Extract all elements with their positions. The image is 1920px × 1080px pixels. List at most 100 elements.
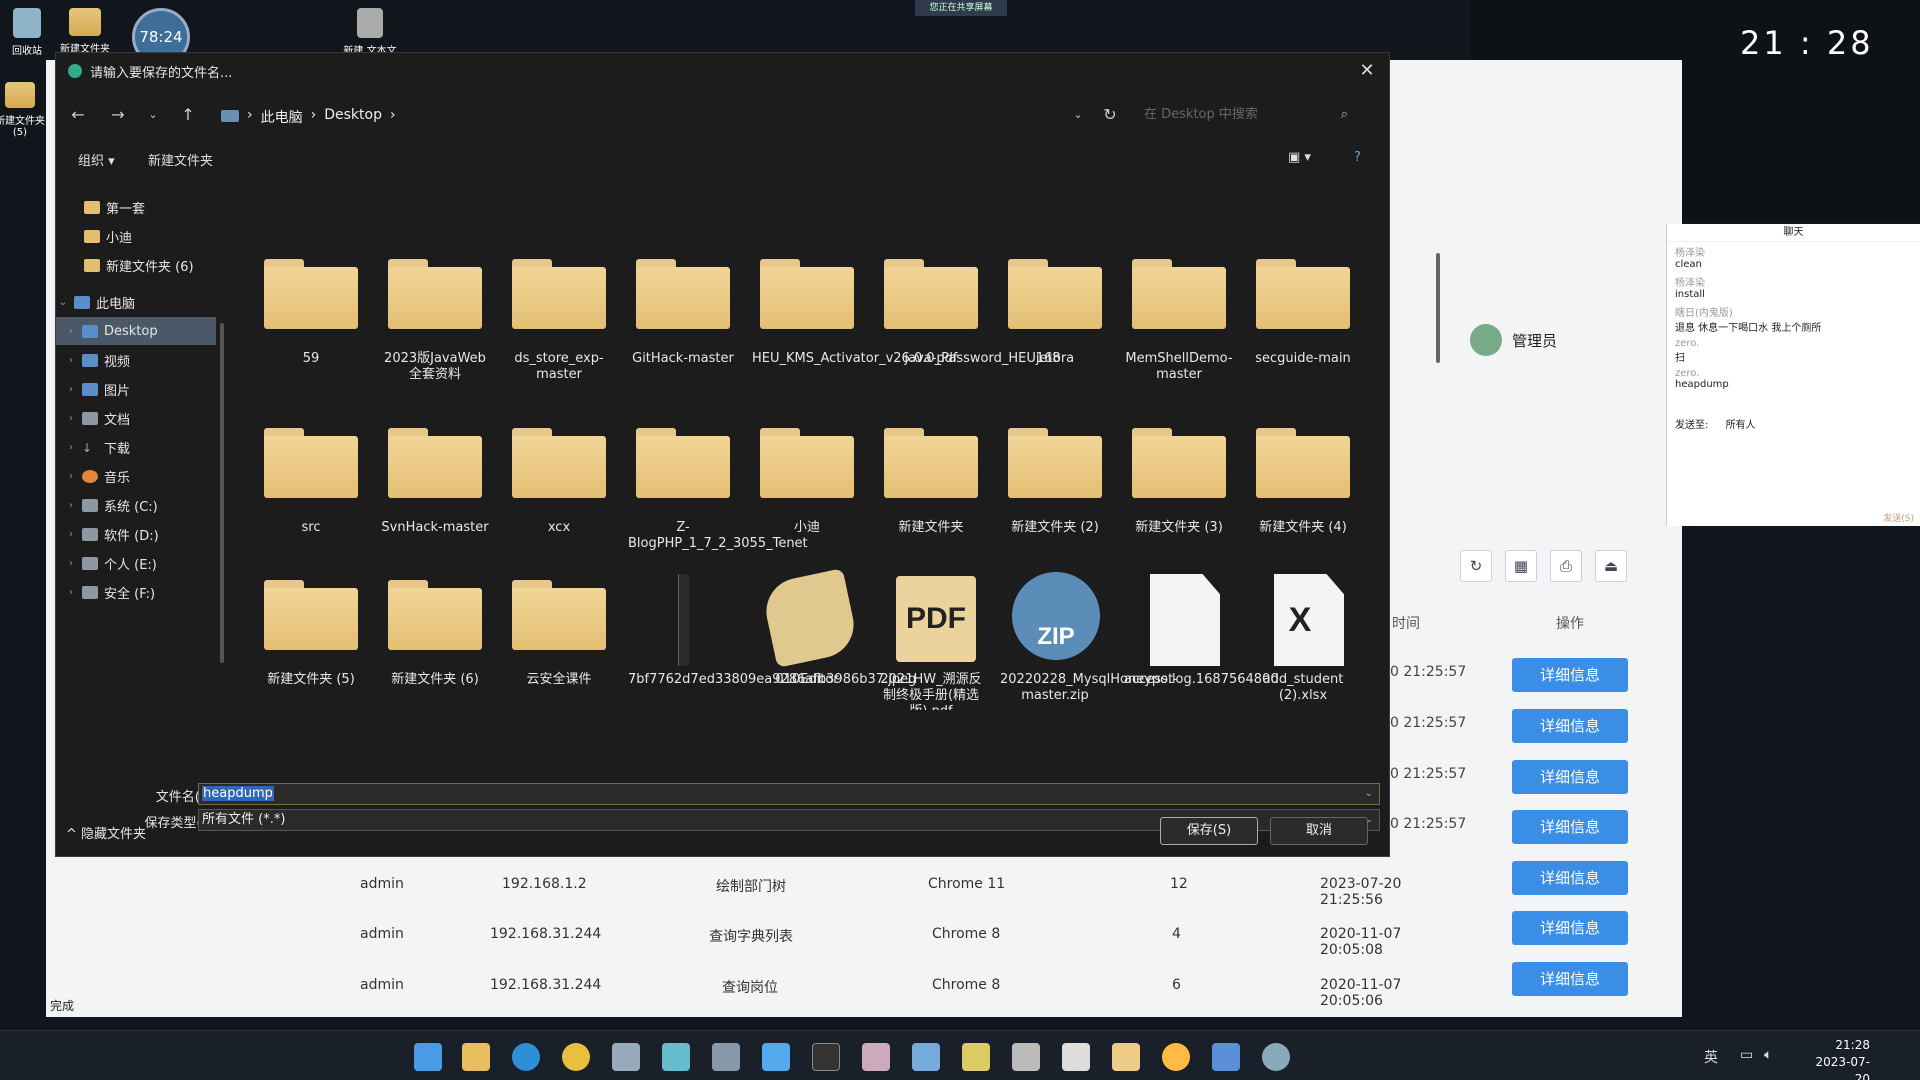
- file-item[interactable]: 7bf7762d7ed33809ea9286afb3986b37.jpeg: [628, 574, 916, 688]
- breadcrumb[interactable]: › 此电脑 › Desktop ›: [221, 107, 396, 127]
- ime-indicator[interactable]: 英: [1704, 1047, 1718, 1067]
- navigation-scrollbar[interactable]: [220, 323, 224, 663]
- save-button[interactable]: 保存(S): [1160, 817, 1258, 845]
- detail-button[interactable]: 详细信息: [1512, 709, 1628, 743]
- tree-item-videos[interactable]: › 视频: [56, 346, 216, 374]
- organize-button[interactable]: 组织 ▾: [78, 150, 115, 169]
- file-explorer-icon[interactable]: [462, 1043, 490, 1071]
- file-item[interactable]: SvnHack-master: [380, 428, 490, 536]
- chevron-right-icon[interactable]: ›: [64, 384, 78, 395]
- chrome-icon[interactable]: [562, 1043, 590, 1071]
- help-button[interactable]: ?: [1354, 150, 1361, 165]
- file-item[interactable]: 新建文件夹 (3): [1124, 428, 1234, 536]
- app-icon[interactable]: [1212, 1043, 1240, 1071]
- breadcrumb-this-pc[interactable]: 此电脑: [261, 107, 303, 127]
- edge-icon[interactable]: [512, 1043, 540, 1071]
- view-options-button[interactable]: ▣ ▾: [1288, 150, 1311, 165]
- app-icon[interactable]: [912, 1043, 940, 1071]
- export-button[interactable]: ⏏: [1595, 550, 1627, 582]
- file-item[interactable]: 新建文件夹 (4): [1248, 428, 1358, 536]
- detail-button[interactable]: 详细信息: [1512, 911, 1628, 945]
- file-item[interactable]: access.log.1687564800: [1124, 580, 1279, 688]
- search-input[interactable]: 在 Desktop 中搜索 ⌕: [1136, 101, 1356, 129]
- app-icon[interactable]: [862, 1043, 890, 1071]
- chevron-down-icon[interactable]: ⌄: [56, 297, 70, 308]
- file-item[interactable]: 新建文件夹 (2): [1000, 428, 1110, 536]
- detail-button[interactable]: 详细信息: [1512, 810, 1628, 844]
- start-icon[interactable]: [414, 1043, 442, 1071]
- file-item[interactable]: xcx: [504, 428, 614, 536]
- file-item[interactable]: 59: [256, 259, 366, 367]
- file-item[interactable]: Z-BlogPHP_1_7_2_3055_Tenet: [628, 428, 808, 552]
- chat-send-to[interactable]: 发送至: 所有人: [1667, 414, 1920, 433]
- tree-item-this-pc[interactable]: ⌄ 此电脑: [56, 288, 216, 316]
- terminal-icon[interactable]: [812, 1043, 840, 1071]
- file-item[interactable]: 新建文件夹: [876, 428, 986, 536]
- file-item[interactable]: 新建文件夹 (5): [256, 580, 366, 688]
- recent-button[interactable]: ⌄: [141, 103, 165, 127]
- chevron-down-icon[interactable]: ⌄: [1365, 784, 1373, 804]
- refresh-button[interactable]: ↻: [1460, 550, 1492, 582]
- print-button[interactable]: ⎙: [1550, 550, 1582, 582]
- breadcrumb-desktop[interactable]: Desktop: [324, 107, 382, 127]
- desktop-icon-new-folder[interactable]: 新建文件夹: [50, 8, 120, 55]
- file-list-scrollbar[interactable]: [1436, 253, 1440, 363]
- filename-input[interactable]: heapdump ⌄: [198, 783, 1380, 805]
- file-item[interactable]: src: [256, 428, 366, 536]
- volume-icon[interactable]: 🔈︎: [1764, 1047, 1772, 1063]
- tree-item-music[interactable]: › 音乐: [56, 462, 216, 490]
- chevron-right-icon[interactable]: ›: [64, 442, 78, 453]
- detail-button[interactable]: 详细信息: [1512, 658, 1628, 692]
- cancel-button[interactable]: 取消: [1270, 817, 1368, 845]
- detail-button[interactable]: 详细信息: [1512, 861, 1628, 895]
- tree-item-pictures[interactable]: › 图片: [56, 375, 216, 403]
- network-icon[interactable]: ▭: [1740, 1047, 1753, 1063]
- screen-share-banner[interactable]: 您正在共享屏幕: [915, 0, 1007, 16]
- refresh-button[interactable]: ↻: [1098, 103, 1122, 127]
- back-button[interactable]: ←: [66, 103, 90, 127]
- desktop-icon-new-folder-5[interactable]: 新建文件夹 (5): [0, 82, 48, 138]
- file-item[interactable]: 云安全课件: [504, 580, 614, 688]
- file-item[interactable]: java-pdf: [876, 259, 986, 367]
- file-item[interactable]: 2021HW_溯源反制终极手册(精选版).pdf: [876, 576, 986, 710]
- file-item[interactable]: HEU_KMS_Activator_v26.0.0_Password_HEU16…: [752, 259, 1061, 367]
- tree-item-folder[interactable]: 小迪: [56, 222, 216, 250]
- app-icon[interactable]: [1062, 1043, 1090, 1071]
- app-icon[interactable]: [1112, 1043, 1140, 1071]
- admin-user-menu[interactable]: 管理员: [1470, 310, 1680, 370]
- app-icon[interactable]: [1012, 1043, 1040, 1071]
- app-icon[interactable]: [712, 1043, 740, 1071]
- hide-folders-toggle[interactable]: ^ 隐藏文件夹: [66, 823, 146, 842]
- detail-button[interactable]: 详细信息: [1512, 962, 1628, 996]
- send-to-target[interactable]: 所有人: [1726, 420, 1756, 431]
- address-dropdown-button[interactable]: ⌄: [1066, 103, 1090, 127]
- tree-item-drive-e[interactable]: › 个人 (E:): [56, 549, 216, 577]
- desktop-icon-new-text[interactable]: 新建 文本文: [335, 8, 405, 57]
- chevron-right-icon[interactable]: ›: [64, 558, 78, 569]
- chevron-right-icon[interactable]: ›: [64, 587, 78, 598]
- file-item[interactable]: GitHack-master: [628, 259, 738, 367]
- tree-item-desktop[interactable]: › Desktop: [56, 317, 216, 345]
- grid-button[interactable]: ▦: [1505, 550, 1537, 582]
- chevron-right-icon[interactable]: ›: [64, 355, 78, 366]
- app-icon[interactable]: [1262, 1043, 1290, 1071]
- chevron-right-icon[interactable]: ›: [64, 471, 78, 482]
- file-item[interactable]: secguide-main: [1248, 259, 1358, 367]
- up-button[interactable]: ↑: [176, 103, 200, 127]
- chevron-right-icon[interactable]: ›: [64, 500, 78, 511]
- app-icon[interactable]: [762, 1043, 790, 1071]
- app-icon[interactable]: [1162, 1043, 1190, 1071]
- file-item[interactable]: ds_store_exp-master: [504, 259, 614, 383]
- tree-item-folder[interactable]: 第一套: [56, 193, 216, 221]
- file-item[interactable]: 小迪: [752, 428, 862, 536]
- tree-item-drive-c[interactable]: › 系统 (C:): [56, 491, 216, 519]
- tree-item-folder[interactable]: 新建文件夹 (6): [56, 251, 216, 279]
- taskbar-clock[interactable]: 21:28 2023-07-20: [1806, 1037, 1870, 1080]
- file-item[interactable]: jetbra: [1000, 259, 1110, 367]
- close-button[interactable]: ✕: [1355, 59, 1379, 83]
- file-item[interactable]: add_student (2).xlsx: [1248, 580, 1358, 704]
- chevron-right-icon[interactable]: ›: [64, 413, 78, 424]
- file-item[interactable]: MemShellDemo-master: [1124, 259, 1234, 383]
- app-icon[interactable]: [612, 1043, 640, 1071]
- file-item[interactable]: 010Editor: [752, 580, 862, 688]
